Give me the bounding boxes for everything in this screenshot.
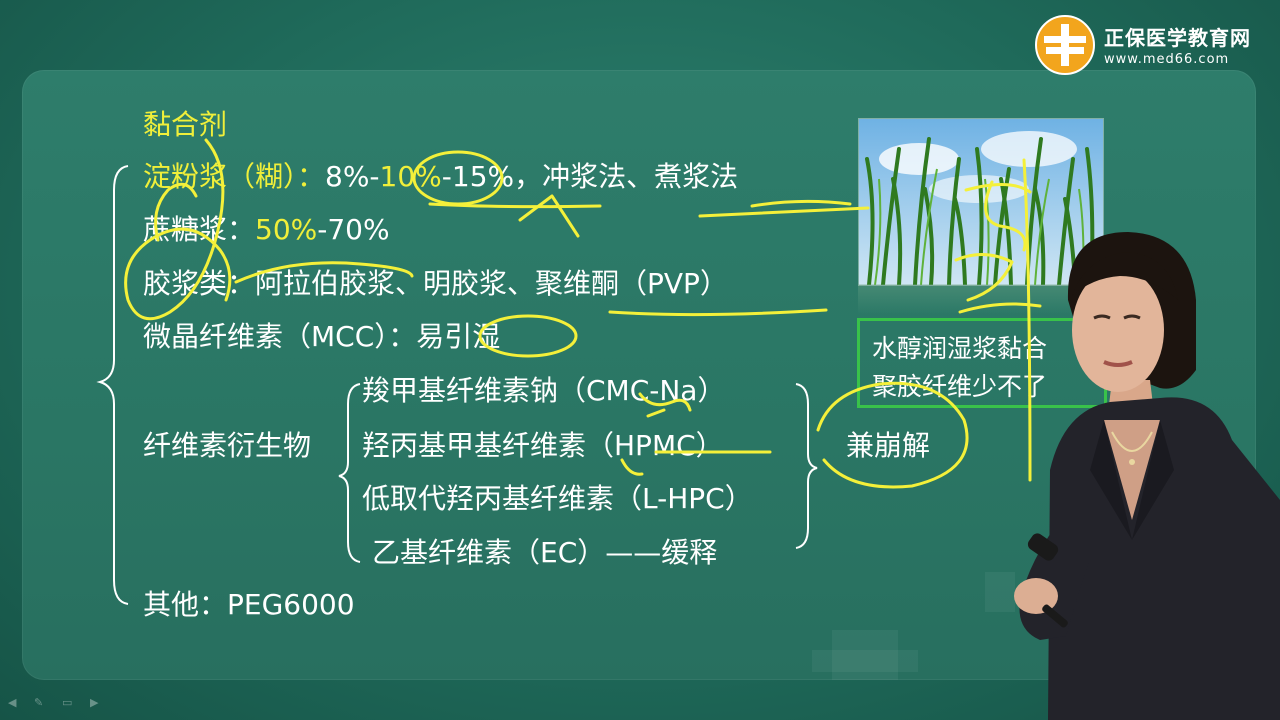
next-icon[interactable]: ▶: [90, 696, 104, 709]
prev-icon[interactable]: ◀: [8, 696, 22, 709]
pen-icon[interactable]: ✎: [34, 696, 48, 709]
screen-icon[interactable]: ▭: [62, 696, 76, 709]
presenter-figure: [1014, 232, 1280, 720]
lecture-video-frame: 正保医学教育网 www.med66.com 黏合剂 淀粉浆（糊）：8%-10%-…: [0, 0, 1280, 720]
